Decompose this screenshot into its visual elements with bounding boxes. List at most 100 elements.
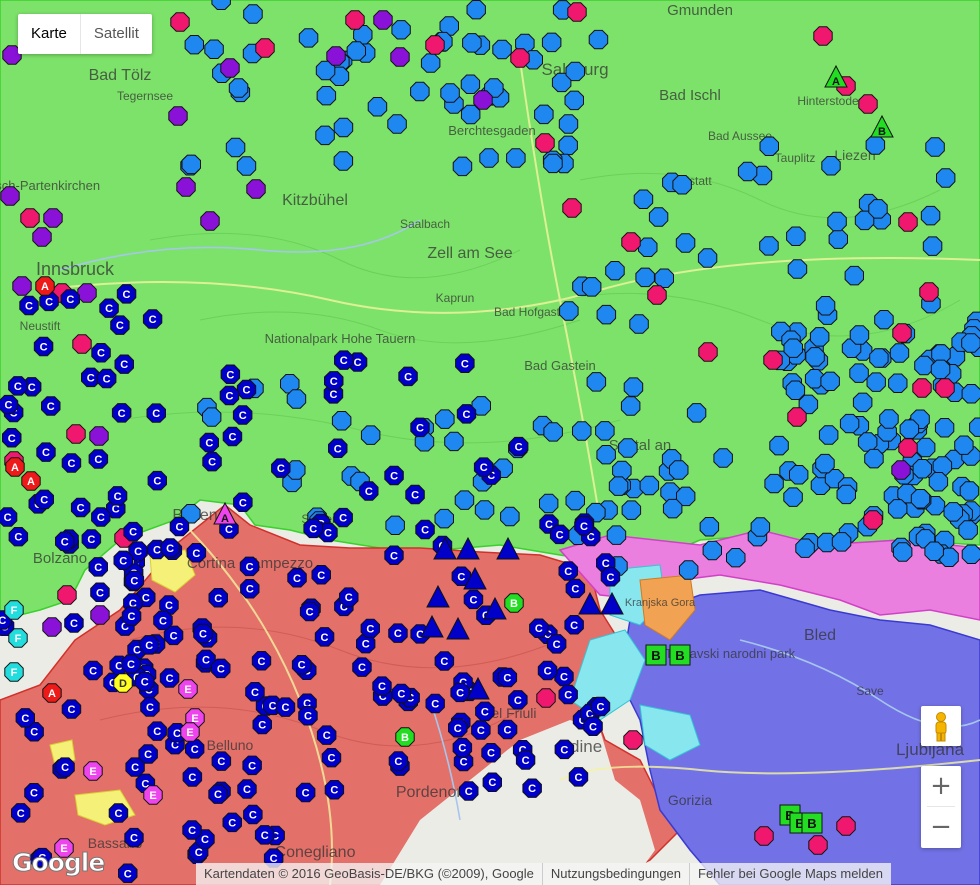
marker-c[interactable]: C: [160, 538, 180, 558]
marker-c[interactable]: C: [475, 701, 495, 722]
marker-light-blue[interactable]: [915, 437, 936, 458]
marker-light-blue[interactable]: [920, 205, 941, 226]
marker-c[interactable]: C: [41, 396, 61, 416]
marker-c[interactable]: C: [549, 524, 570, 545]
marker-c[interactable]: C: [169, 516, 190, 537]
marker-light-blue[interactable]: [333, 117, 354, 138]
marker-light-blue[interactable]: [750, 517, 771, 537]
marker-light-blue[interactable]: [635, 267, 655, 288]
marker-light-blue[interactable]: [888, 373, 908, 393]
marker-c[interactable]: C: [574, 516, 594, 536]
marker-letter-a[interactable]: A: [35, 276, 55, 296]
marker-light-blue[interactable]: [805, 347, 825, 367]
marker-light-blue[interactable]: [243, 4, 263, 24]
marker-light-blue[interactable]: [618, 438, 638, 458]
marker-c[interactable]: C: [199, 432, 219, 453]
marker-c[interactable]: C: [116, 284, 137, 304]
marker-c[interactable]: C: [182, 767, 203, 787]
marker-c[interactable]: C: [96, 368, 117, 389]
marker-c[interactable]: C: [600, 567, 621, 587]
marker-c[interactable]: C: [271, 458, 291, 478]
marker-c[interactable]: C: [388, 623, 408, 643]
marker-light-blue[interactable]: [836, 484, 856, 505]
marker-c[interactable]: C: [193, 623, 213, 644]
marker-c[interactable]: C: [311, 565, 331, 585]
marker-light-blue[interactable]: [184, 35, 204, 55]
marker-light-blue[interactable]: [759, 236, 779, 256]
marker-square-b[interactable]: B: [801, 812, 823, 834]
marker-light-blue[interactable]: [831, 532, 852, 552]
marker-c[interactable]: C: [99, 298, 119, 318]
marker-square-b[interactable]: B: [645, 644, 667, 666]
marker-c[interactable]: C: [114, 354, 134, 374]
marker-light-blue[interactable]: [298, 28, 319, 48]
marker-c[interactable]: C: [316, 725, 337, 745]
marker-c[interactable]: C: [537, 660, 558, 681]
marker-c[interactable]: C: [185, 739, 205, 759]
marker-c[interactable]: C: [61, 699, 82, 719]
marker-light-blue[interactable]: [479, 148, 499, 168]
marker-c[interactable]: C: [497, 719, 518, 740]
marker-light-blue[interactable]: [943, 502, 963, 522]
marker-c[interactable]: C: [554, 739, 575, 760]
marker-light-blue[interactable]: [204, 39, 224, 59]
marker-light-blue[interactable]: [202, 407, 222, 427]
marker-triangle[interactable]: [426, 584, 450, 608]
marker-light-blue[interactable]: [316, 86, 337, 106]
marker-light-blue[interactable]: [672, 175, 692, 195]
marker-c[interactable]: C: [64, 613, 84, 633]
marker-light-blue[interactable]: [815, 296, 836, 316]
marker-c[interactable]: C: [232, 405, 253, 425]
marker-light-blue[interactable]: [726, 548, 746, 568]
marker-light-blue[interactable]: [452, 156, 473, 177]
marker-pink[interactable]: [345, 10, 365, 30]
marker-c[interactable]: C: [275, 697, 296, 717]
marker-light-blue[interactable]: [391, 20, 411, 40]
marker-c[interactable]: C: [147, 470, 167, 491]
marker-light-blue[interactable]: [874, 310, 894, 330]
marker-c[interactable]: C: [334, 350, 354, 370]
marker-light-blue[interactable]: [899, 419, 920, 439]
marker-light-blue[interactable]: [444, 431, 464, 452]
marker-c[interactable]: C: [19, 295, 39, 316]
marker-light-blue[interactable]: [633, 189, 654, 209]
marker-light-blue[interactable]: [785, 380, 806, 400]
marker-c[interactable]: C: [8, 527, 29, 547]
marker-c[interactable]: C: [233, 492, 253, 512]
marker-light-blue[interactable]: [764, 473, 784, 494]
marker-light-blue[interactable]: [558, 135, 578, 156]
marker-light-blue[interactable]: [961, 333, 980, 353]
marker-c[interactable]: C: [113, 550, 133, 570]
marker-pink[interactable]: [892, 323, 912, 343]
marker-c[interactable]: C: [142, 309, 163, 329]
marker-c[interactable]: C: [448, 718, 468, 738]
map-canvas[interactable]: GmundenBad TölzTegernseeSalzburgBad Isch…: [0, 0, 980, 885]
marker-light-blue[interactable]: [462, 33, 482, 53]
marker-light-blue[interactable]: [786, 226, 806, 246]
marker-light-blue[interactable]: [565, 490, 585, 511]
marker-c[interactable]: C: [24, 783, 44, 803]
marker-light-blue[interactable]: [787, 259, 808, 279]
marker-light-blue[interactable]: [678, 560, 699, 580]
marker-c[interactable]: C: [425, 693, 445, 714]
marker-letter-b[interactable]: B: [504, 593, 524, 613]
marker-pink[interactable]: [425, 35, 445, 55]
marker-purple[interactable]: [12, 276, 32, 296]
marker-light-blue[interactable]: [543, 422, 563, 442]
marker-c[interactable]: C: [529, 618, 549, 638]
marker-c[interactable]: C: [328, 438, 348, 458]
marker-triangle[interactable]: [456, 536, 480, 560]
marker-letter-e[interactable]: E: [143, 785, 163, 805]
marker-c[interactable]: C: [60, 289, 80, 309]
marker-triangle[interactable]: A: [213, 501, 237, 525]
marker-triangle[interactable]: [600, 591, 624, 615]
marker-pink[interactable]: [763, 350, 783, 370]
marker-c[interactable]: C: [455, 353, 475, 373]
marker-c[interactable]: C: [140, 697, 160, 717]
marker-light-blue[interactable]: [869, 348, 889, 368]
marker-c[interactable]: C: [558, 684, 578, 705]
marker-c[interactable]: C: [0, 507, 18, 527]
marker-light-blue[interactable]: [936, 168, 956, 188]
marker-c[interactable]: C: [186, 543, 207, 563]
marker-light-blue[interactable]: [539, 493, 559, 514]
